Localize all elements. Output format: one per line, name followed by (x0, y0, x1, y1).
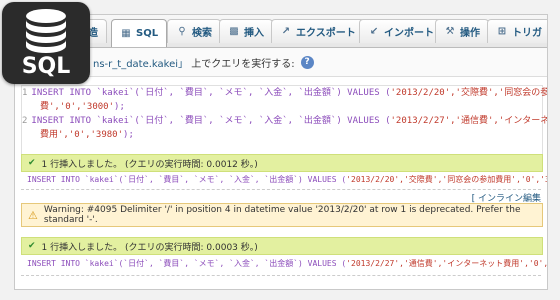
warning-icon: ⚠ (28, 208, 38, 222)
success-message-1: ✔ 1 行挿入しました。 (クエリの実行時間: 0.0012 秒。) (21, 154, 543, 172)
line-number: 2 (22, 116, 28, 126)
line-number: 1 (22, 88, 28, 98)
tab-operations[interactable]: ⚒ 操作 (435, 19, 489, 43)
tab-insert[interactable]: ▩ 挿入 (219, 19, 273, 43)
tab-label: トリガ (512, 28, 542, 39)
editor-line: 費','0','3000'); (22, 100, 542, 114)
tab-import[interactable]: ↙ インポート (359, 19, 443, 43)
phpmyadmin-frame: 造 ▦ SQL ⚲ 検索 ▩ 挿入 ↗ エクスポート ↙ インポート ⚒ 操作 … (14, 14, 548, 290)
line-number (22, 128, 40, 142)
tab-label: エクスポート (296, 28, 356, 39)
wrench-icon: ⚒ (445, 25, 455, 37)
tab-sql[interactable]: ▦ SQL (111, 19, 168, 47)
code-text: 費','0','3000'); (40, 102, 125, 112)
executed-sql-2: INSERT INTO `kakei`(`日付`, `費目`, `メモ`, `入… (27, 259, 548, 268)
help-icon[interactable]: ? (300, 55, 314, 69)
code-text: 費用','0','3980'); (40, 130, 134, 140)
success-message-2: ✔ 1 行挿入しました。 (クエリの実行時間: 0.0003 秒。) (21, 237, 543, 255)
import-icon: ↙ (369, 25, 379, 37)
sql-database-logo: SQL (2, 2, 90, 84)
line-number (22, 100, 40, 114)
warning-text: Warning: #4095 Delimiter '/' in position… (43, 205, 521, 225)
executed-sql-1: INSERT INTO `kakei`(`日付`, `費目`, `メモ`, `入… (27, 175, 548, 184)
tab-label: 検索 (192, 28, 212, 39)
search-icon: ⚲ (178, 25, 186, 37)
tab-triggers[interactable]: ⊞ トリガ (487, 19, 547, 43)
logo-text: SQL (21, 54, 71, 79)
query-target-text: ns-r_t_date.kakei」 上でクエリを実行する: (93, 55, 295, 70)
table-reference[interactable]: ns-r_t_date.kakei」 (93, 59, 188, 70)
divider (21, 275, 541, 276)
success-text: 1 行挿入しました。 (クエリの実行時間: 0.0012 秒。) (41, 159, 258, 170)
sql-editor[interactable]: 1 INSERT INTO `kakei`(`日付`, `費目`, `メモ`, … (21, 85, 547, 155)
editor-line: 費用','0','3980'); (22, 128, 542, 142)
sql-query-header: ns-r_t_date.kakei」 上でクエリを実行する: ? (15, 48, 547, 77)
code-text: INSERT INTO `kakei`(`日付`, `費目`, `メモ`, `入… (31, 116, 548, 126)
code-text: INSERT INTO `kakei`(`日付`, `費目`, `メモ`, `入… (31, 88, 548, 98)
editor-line: 2 INSERT INTO `kakei`(`日付`, `費目`, `メモ`, … (22, 114, 547, 128)
insert-icon: ▩ (229, 25, 239, 37)
tab-label: 操作 (460, 28, 480, 39)
divider (21, 189, 541, 190)
check-icon: ✔ (28, 158, 36, 168)
check-icon: ✔ (28, 241, 36, 251)
editor-line: 1 INSERT INTO `kakei`(`日付`, `費目`, `メモ`, … (22, 86, 547, 100)
tab-export[interactable]: ↗ エクスポート (271, 19, 365, 43)
database-icon (26, 9, 66, 53)
warning-message: ⚠ Warning: #4095 Delimiter '/' in positi… (21, 203, 543, 227)
tab-label: 挿入 (244, 28, 264, 39)
query-heading: 上でクエリを実行する: (191, 58, 295, 70)
tab-label: SQL (136, 28, 159, 39)
tab-label: インポート (384, 28, 434, 39)
tab-bar: 造 ▦ SQL ⚲ 検索 ▩ 挿入 ↗ エクスポート ↙ インポート ⚒ 操作 … (15, 15, 547, 48)
success-text: 1 行挿入しました。 (クエリの実行時間: 0.0003 秒。) (41, 242, 258, 253)
sql-doc-icon: ▦ (121, 27, 131, 39)
tab-search[interactable]: ⚲ 検索 (167, 19, 221, 43)
trigger-icon: ⊞ (497, 25, 507, 37)
export-icon: ↗ (281, 25, 291, 37)
